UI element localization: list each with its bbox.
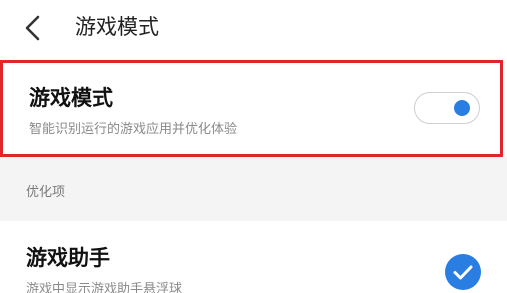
game-assistant-setting-row[interactable]: 游戏助手 游戏中显示游戏助手悬浮球 [0,221,507,293]
game-assistant-title: 游戏助手 [26,246,110,270]
section-label: 优化项 [26,185,66,200]
chevron-left-icon [18,12,50,44]
game-assistant-description: 游戏中显示游戏助手悬浮球 [26,282,183,293]
toggle-knob [454,100,470,116]
top-bar: 游戏模式 [0,0,507,56]
game-mode-title: 游戏模式 [29,86,113,110]
game-assistant-checkbox[interactable] [445,254,481,290]
checkmark-icon [445,254,481,290]
game-mode-description: 智能识别运行的游戏应用并优化体验 [29,122,238,137]
game-mode-settings-screen: 游戏模式 游戏模式 智能识别运行的游戏应用并优化体验 优化项 游戏助手 游戏中显… [0,0,507,293]
game-mode-toggle[interactable] [414,92,480,124]
section-header-optimization: 优化项 [0,157,507,221]
game-mode-setting-row[interactable]: 游戏模式 智能识别运行的游戏应用并优化体验 [0,60,503,157]
page-title: 游戏模式 [75,15,159,39]
back-button[interactable] [18,12,50,44]
